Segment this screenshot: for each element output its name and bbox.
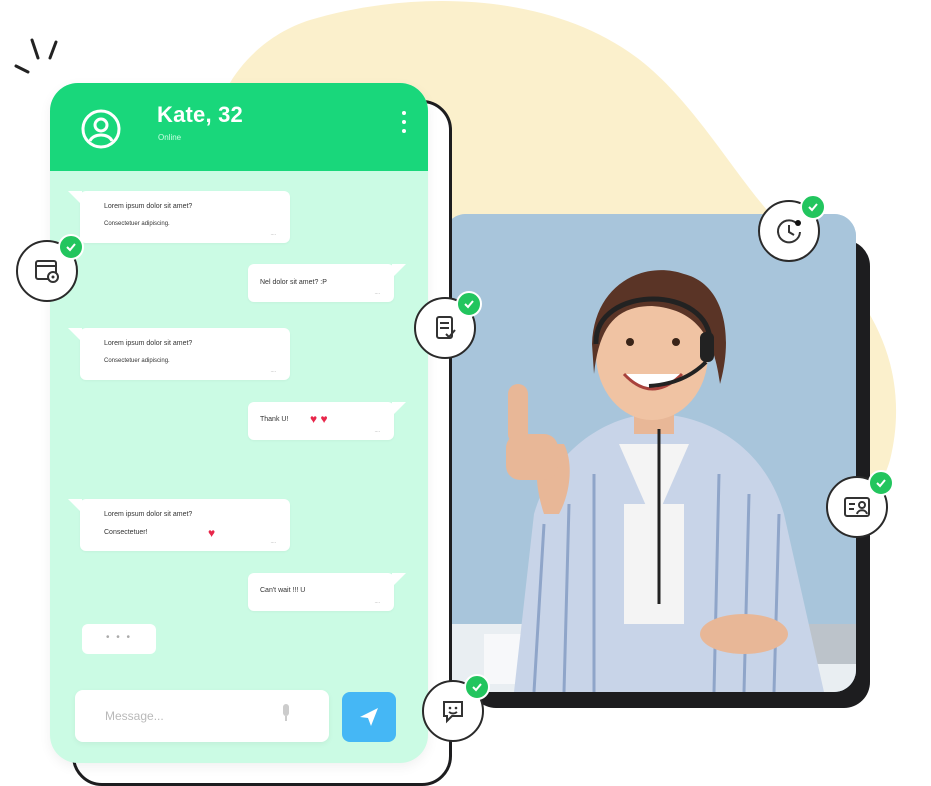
message-composer — [75, 690, 329, 742]
browser-settings-badge — [16, 234, 84, 302]
user-circle-icon[interactable] — [80, 108, 122, 150]
message-meta: .... — [270, 539, 276, 545]
message-text: Nel dolor sit amet? :P — [260, 279, 327, 286]
chat-header: Kate, 32 Online — [50, 83, 428, 171]
message-bubble-incoming: Lorem ipsum dolor sit amet? Consectetuer… — [68, 191, 290, 243]
browser-settings-icon — [35, 260, 59, 283]
kebab-menu-icon[interactable] — [402, 111, 406, 138]
heart-icon: ♥ — [208, 526, 216, 540]
contact-status: Online — [158, 133, 182, 142]
message-text: Lorem ipsum dolor sit amet? — [104, 340, 193, 347]
send-button[interactable] — [342, 692, 396, 742]
check-badge-icon — [868, 470, 894, 496]
check-badge-icon — [58, 234, 84, 260]
message-meta: .... — [270, 231, 276, 237]
check-badge-icon — [456, 291, 482, 317]
message-text: Can't wait !!! U — [260, 587, 306, 594]
chat-smile-icon — [443, 701, 463, 724]
check-badge-icon — [464, 674, 490, 700]
message-text: Consectetuer! — [104, 529, 148, 536]
message-text: Consectetuer adipiscing. — [104, 221, 170, 227]
message-text: Consectetuer adipiscing. — [104, 358, 170, 364]
message-bubble-outgoing: Can't wait !!! U .... — [248, 573, 406, 611]
message-bubble-incoming: Lorem ipsum dolor sit amet? Consectetuer… — [68, 328, 290, 380]
chat-phone: Kate, 32 Online Lorem ipsum dolor sit am… — [50, 83, 428, 763]
send-icon — [360, 708, 378, 726]
message-text: Lorem ipsum dolor sit amet? — [104, 511, 193, 518]
message-bubble-incoming: Lorem ipsum dolor sit amet? Consectetuer… — [68, 499, 290, 551]
message-text: Thank U! — [260, 416, 289, 423]
message-meta: .... — [374, 599, 380, 605]
chat-smile-badge — [422, 674, 490, 742]
clock-icon — [777, 219, 801, 244]
clock-badge — [758, 194, 826, 262]
message-bubble-outgoing: Thank U! ♥ ♥ .... — [248, 402, 406, 440]
message-meta: .... — [374, 290, 380, 296]
message-text: Lorem ipsum dolor sit amet? — [104, 203, 193, 210]
burst-lines-icon — [14, 38, 58, 74]
check-badge-icon — [800, 194, 826, 220]
contact-name: Kate, 32 — [157, 102, 243, 127]
microphone-icon[interactable] — [281, 704, 291, 722]
message-input[interactable] — [103, 708, 267, 724]
typing-indicator: • • • — [82, 624, 156, 654]
checklist-badge — [414, 291, 482, 359]
id-card-icon — [844, 497, 870, 517]
message-meta: .... — [374, 428, 380, 434]
message-bubble-outgoing: Nel dolor sit amet? :P .... — [248, 264, 406, 302]
heart-icon: ♥ ♥ — [310, 412, 328, 426]
id-card-badge — [826, 470, 894, 538]
message-meta: .... — [270, 368, 276, 374]
support-agent-photo — [444, 214, 856, 692]
checklist-document-icon — [436, 316, 456, 339]
